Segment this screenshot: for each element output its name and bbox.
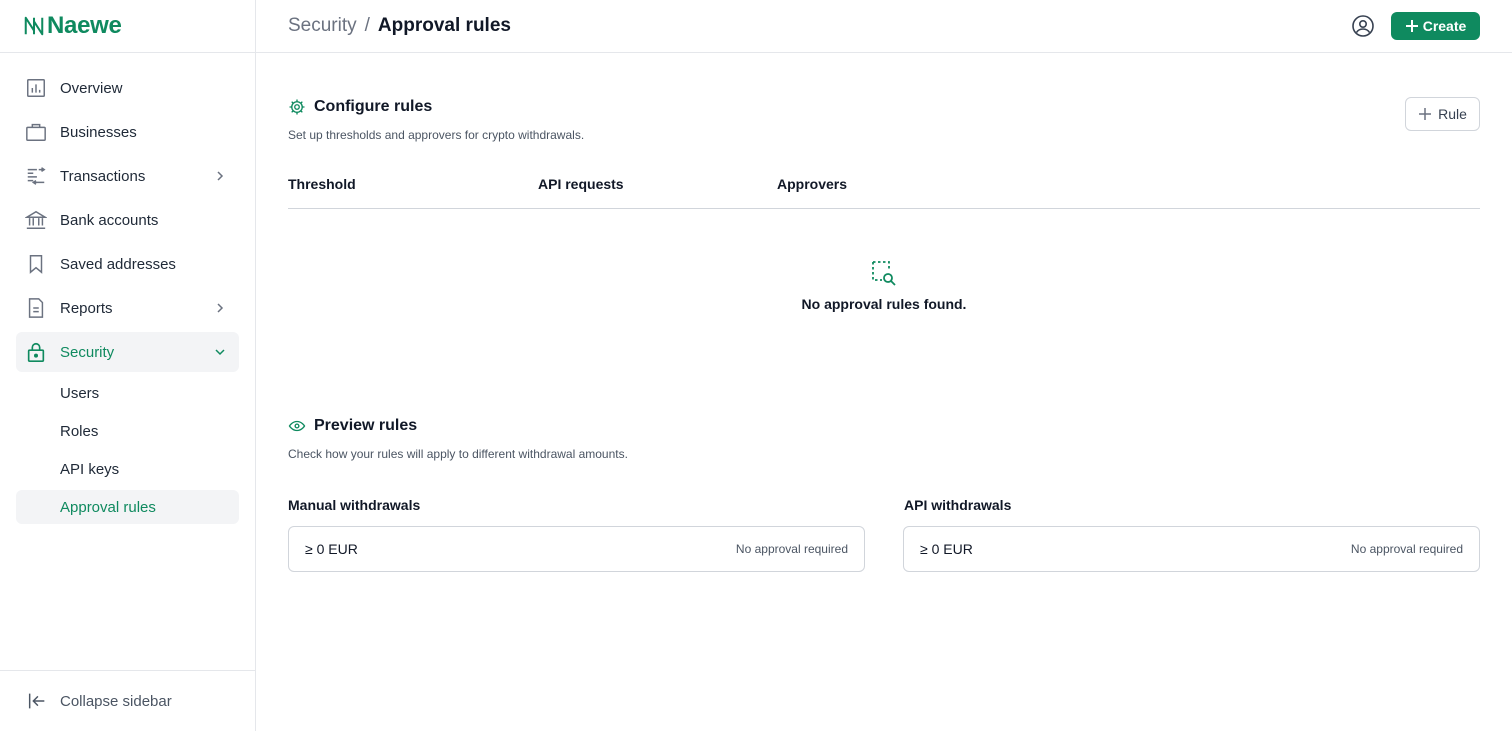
eye-icon	[288, 420, 306, 432]
sidebar-item-overview[interactable]: Overview	[16, 68, 239, 108]
add-rule-label: Rule	[1438, 106, 1467, 122]
create-button[interactable]: Create	[1391, 12, 1480, 40]
bank-icon	[24, 208, 48, 232]
collapse-left-icon	[28, 693, 45, 709]
user-account-icon[interactable]	[1351, 14, 1375, 38]
sidebar-subitem-approval-rules[interactable]: Approval rules	[16, 490, 239, 524]
top-bar: Security / Approval rules Create	[256, 0, 1512, 53]
api-withdrawals-status: No approval required	[1350, 542, 1463, 556]
add-rule-button[interactable]: Rule	[1405, 97, 1480, 131]
sidebar-subitem-users[interactable]: Users	[16, 376, 239, 410]
sidebar-item-label: Businesses	[60, 123, 137, 141]
api-withdrawals-amount: ≥ 0 EUR	[920, 541, 973, 557]
document-icon	[24, 296, 48, 320]
manual-withdrawals-label: Manual withdrawals	[288, 497, 421, 513]
empty-state: No approval rules found.	[288, 259, 1480, 312]
chevron-right-icon	[217, 171, 224, 181]
configure-rules-heading: Configure rules	[288, 98, 432, 116]
chart-bar-icon	[24, 76, 48, 100]
manual-withdrawals-amount: ≥ 0 EUR	[305, 541, 358, 557]
manual-withdrawals-card: ≥ 0 EUR No approval required	[288, 526, 865, 572]
rules-table-header: Threshold API requests Approvers	[288, 163, 1480, 209]
preview-rules-description: Check how your rules will apply to diffe…	[288, 447, 628, 461]
sidebar: Naewe Overview Businesses Transactions B…	[0, 0, 256, 731]
configure-rules-title: Configure rules	[314, 98, 433, 115]
collapse-sidebar-button[interactable]: Collapse sidebar	[0, 670, 255, 731]
chevron-down-icon	[215, 349, 225, 356]
gear-icon	[289, 99, 305, 115]
sidebar-subitem-api-keys[interactable]: API keys	[16, 452, 239, 486]
sidebar-item-security[interactable]: Security	[16, 332, 239, 372]
lock-icon	[24, 340, 48, 364]
bookmark-icon	[24, 252, 48, 276]
manual-withdrawals-status: No approval required	[735, 542, 848, 556]
preview-rules-title: Preview rules	[314, 417, 418, 434]
search-empty-icon	[872, 261, 896, 286]
page-title: Approval rules	[377, 15, 511, 36]
sidebar-item-businesses[interactable]: Businesses	[16, 112, 239, 152]
sidebar-nav: Overview Businesses Transactions Bank ac…	[16, 68, 239, 528]
transactions-icon	[24, 164, 48, 188]
api-withdrawals-label: API withdrawals	[904, 497, 1012, 513]
configure-rules-description: Set up thresholds and approvers for cryp…	[288, 128, 585, 142]
sidebar-item-saved-addresses[interactable]: Saved addresses	[16, 244, 239, 284]
chevron-right-icon	[217, 303, 224, 313]
sidebar-item-label: Transactions	[60, 167, 146, 185]
breadcrumb: Security / Approval rules	[288, 15, 511, 37]
column-header-approvers: Approvers	[777, 176, 848, 192]
preview-rules-heading: Preview rules	[288, 417, 417, 435]
sidebar-item-reports[interactable]: Reports	[16, 288, 239, 328]
brand-logo[interactable]: Naewe	[0, 0, 255, 53]
sidebar-item-label: Saved addresses	[60, 255, 176, 273]
plus-icon	[1405, 20, 1418, 32]
plus-icon	[1419, 108, 1432, 120]
sidebar-item-label: Bank accounts	[60, 211, 159, 229]
sidebar-item-label: Overview	[60, 79, 123, 97]
brand-name: Naewe	[47, 12, 122, 39]
sidebar-subitem-roles[interactable]: Roles	[16, 414, 239, 448]
sidebar-item-transactions[interactable]: Transactions	[16, 156, 239, 196]
collapse-sidebar-label: Collapse sidebar	[60, 692, 172, 710]
column-header-threshold: Threshold	[288, 176, 356, 192]
briefcase-icon	[24, 120, 48, 144]
breadcrumb-parent[interactable]: Security	[288, 15, 357, 37]
empty-state-message: No approval rules found.	[801, 296, 967, 312]
api-withdrawals-card: ≥ 0 EUR No approval required	[903, 526, 1480, 572]
column-header-api-requests: API requests	[538, 176, 624, 192]
create-button-label: Create	[1422, 18, 1467, 34]
sidebar-item-bank-accounts[interactable]: Bank accounts	[16, 200, 239, 240]
sidebar-item-label: Security	[60, 343, 115, 361]
sidebar-item-label: Reports	[60, 299, 113, 317]
security-subnav: Users Roles API keys Approval rules	[16, 376, 239, 524]
breadcrumb-separator: /	[364, 15, 370, 36]
naewe-logo-icon	[24, 16, 44, 36]
